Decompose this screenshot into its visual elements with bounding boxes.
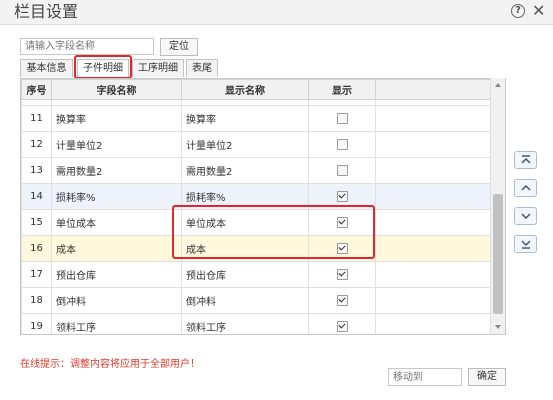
move-top-icon xyxy=(521,155,531,164)
row-seq: 11 xyxy=(21,105,52,132)
row-field-name: 损耗率% xyxy=(51,183,182,210)
row-blank xyxy=(375,131,492,158)
row-blank xyxy=(375,287,492,314)
move-up-button[interactable] xyxy=(514,179,537,197)
help-icon[interactable]: ? xyxy=(511,4,525,18)
row-blank xyxy=(375,157,492,184)
window-title: 栏目设置 xyxy=(14,2,79,21)
confirm-button[interactable]: 确定 xyxy=(468,368,506,386)
row-display-name[interactable]: 预出仓库 xyxy=(181,261,309,288)
row-seq: 18 xyxy=(21,287,52,314)
row-seq: 12 xyxy=(21,131,52,158)
show-checkbox[interactable] xyxy=(336,190,348,202)
header-seq: 序号 xyxy=(21,79,52,100)
scroll-thumb[interactable] xyxy=(493,194,503,314)
tab-basic-info[interactable]: 基本信息 xyxy=(20,59,73,77)
show-checkbox[interactable] xyxy=(336,164,348,176)
field-search-input[interactable] xyxy=(20,38,154,55)
move-up-icon xyxy=(521,185,531,191)
move-down-button[interactable] xyxy=(514,207,537,225)
header-display-name: 显示名称 xyxy=(181,79,309,100)
close-icon[interactable]: ✕ xyxy=(532,1,545,20)
active-tab-highlight xyxy=(74,55,132,79)
scroll-down-arrow[interactable] xyxy=(491,322,505,332)
title-bar: 栏目设置 ? ✕ xyxy=(0,0,553,25)
move-down-icon xyxy=(521,213,531,219)
row-field-name: 计量单位2 xyxy=(51,131,182,158)
row-blank xyxy=(375,209,492,236)
show-checkbox[interactable] xyxy=(336,112,348,124)
table-row[interactable]: 18 倒冲料 倒冲料 xyxy=(21,287,492,314)
table-row[interactable]: 13 需用数量2 需用数量2 xyxy=(21,157,492,184)
row-show-cell xyxy=(308,105,376,132)
row-seq: 14 xyxy=(21,183,52,210)
row-field-name: 单位成本 xyxy=(51,209,182,236)
row-field-name: 成本 xyxy=(51,235,182,262)
row-field-name: 倒冲料 xyxy=(51,287,182,314)
table-row[interactable]: 12 计量单位2 计量单位2 xyxy=(21,131,492,158)
row-display-name[interactable]: 需用数量2 xyxy=(181,157,309,184)
tab-footer[interactable]: 表尾 xyxy=(186,59,218,77)
row-show-cell xyxy=(308,261,376,288)
row-blank xyxy=(375,235,492,262)
scroll-up-arrow[interactable] xyxy=(491,80,505,90)
row-display-name[interactable]: 换算率 xyxy=(181,105,309,132)
row-display-name[interactable]: 领料工序 xyxy=(181,313,309,334)
highlight-annotation xyxy=(172,205,375,259)
show-checkbox[interactable] xyxy=(336,294,348,306)
table-row[interactable]: 19 领料工序 领料工序 xyxy=(21,313,492,334)
row-seq: 13 xyxy=(21,157,52,184)
move-to-input[interactable] xyxy=(388,368,462,386)
header-blank xyxy=(375,79,492,100)
show-checkbox[interactable] xyxy=(336,268,348,280)
row-blank xyxy=(375,105,492,132)
online-notice: 在线提示：调整内容将应用于全部用户！ xyxy=(20,359,200,370)
row-blank xyxy=(375,313,492,334)
row-seq: 17 xyxy=(21,261,52,288)
move-bottom-icon xyxy=(521,240,531,249)
row-field-name: 预出仓库 xyxy=(51,261,182,288)
table-row[interactable]: 11 换算率 换算率 xyxy=(21,105,492,132)
row-show-cell xyxy=(308,313,376,334)
grid-scrollbar[interactable] xyxy=(490,78,505,334)
row-blank xyxy=(375,183,492,210)
row-display-name[interactable]: 计量单位2 xyxy=(181,131,309,158)
row-show-cell xyxy=(308,131,376,158)
tab-process-details[interactable]: 工序明细 xyxy=(132,59,184,77)
row-seq: 16 xyxy=(21,235,52,262)
table-row[interactable]: 17 预出仓库 预出仓库 xyxy=(21,261,492,288)
row-blank xyxy=(375,261,492,288)
show-checkbox[interactable] xyxy=(336,320,348,332)
move-top-button[interactable] xyxy=(514,151,537,169)
row-field-name: 换算率 xyxy=(51,105,182,132)
row-field-name: 需用数量2 xyxy=(51,157,182,184)
table-header: 序号 字段名称 显示名称 显示 xyxy=(21,79,492,100)
row-display-name[interactable]: 倒冲料 xyxy=(181,287,309,314)
locate-button[interactable]: 定位 xyxy=(160,38,198,56)
show-checkbox[interactable] xyxy=(336,138,348,150)
row-seq: 19 xyxy=(21,313,52,334)
header-field-name: 字段名称 xyxy=(51,79,182,100)
row-seq: 15 xyxy=(21,209,52,236)
header-show: 显示 xyxy=(308,79,376,100)
move-bottom-button[interactable] xyxy=(514,235,537,253)
row-show-cell xyxy=(308,287,376,314)
row-field-name: 领料工序 xyxy=(51,313,182,334)
row-show-cell xyxy=(308,157,376,184)
